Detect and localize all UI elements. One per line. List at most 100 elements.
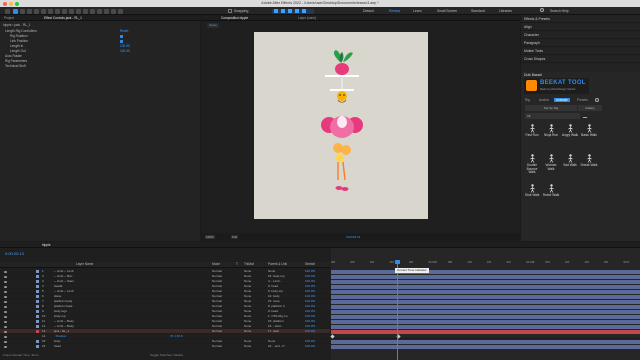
workspace-review[interactable]: Review xyxy=(388,9,401,14)
pose-item[interactable]: Woman Walk xyxy=(542,154,560,171)
layer-duration-bar[interactable] xyxy=(331,279,640,284)
layer-label-color[interactable] xyxy=(36,295,39,298)
workspace-small-screen[interactable]: Small Screen xyxy=(436,9,458,14)
type-tool-icon[interactable] xyxy=(83,8,88,14)
anchor-tool-icon[interactable] xyxy=(62,8,67,14)
col-layer-name[interactable]: Layer Name xyxy=(76,262,93,267)
layer-label-color[interactable] xyxy=(36,285,39,288)
duik-tab-presets[interactable]: Presets xyxy=(575,98,590,102)
composition-timecode[interactable]: 0:00:00:13 xyxy=(346,235,360,239)
layer-duration-bar[interactable] xyxy=(331,299,640,304)
search-help-input[interactable]: Search Help xyxy=(549,9,570,14)
visibility-eye-icon[interactable] xyxy=(4,345,7,348)
timeline-tab[interactable]: hippie xyxy=(40,243,53,247)
tab-effect-controls[interactable]: Effect Controls jack - RL_1 xyxy=(42,16,84,20)
col-trkmat[interactable]: TrkMat xyxy=(244,262,254,267)
panel-character[interactable]: Character xyxy=(521,31,640,39)
pose-item[interactable]: Angry Walk xyxy=(561,124,579,138)
col-parent[interactable]: Parent & Link xyxy=(268,262,287,267)
timeline-layer-row[interactable]: 16 head Normal None 24. - end - P 100.0% xyxy=(0,344,330,349)
set-up-rig-button[interactable]: Set Up Rig xyxy=(525,105,577,111)
layer-duration-bar[interactable] xyxy=(331,294,640,299)
eraser-tool-icon[interactable] xyxy=(104,8,109,14)
visibility-eye-icon[interactable] xyxy=(4,310,7,313)
tab-project[interactable]: Project xyxy=(2,16,16,20)
visibility-eye-icon[interactable] xyxy=(4,280,7,283)
pose-item[interactable]: Robot Walk xyxy=(542,184,560,198)
layer-label-color[interactable] xyxy=(36,315,39,318)
layer-label-color[interactable] xyxy=(36,305,39,308)
zoom-dropdown[interactable]: 100% xyxy=(205,235,215,239)
layer-duration-bar[interactable] xyxy=(331,274,640,279)
zoom-tool-icon[interactable] xyxy=(27,8,32,14)
panel-paragraph[interactable]: Paragraph xyxy=(521,39,640,47)
layer-label-color[interactable] xyxy=(36,340,39,343)
pose-item[interactable]: Strut Walk xyxy=(523,184,541,198)
col-t[interactable]: T xyxy=(236,262,238,267)
gallery-button[interactable]: Gallery xyxy=(578,105,602,111)
layer-duration-bar[interactable] xyxy=(331,284,640,289)
home-icon[interactable] xyxy=(5,8,10,14)
layer-label-color[interactable] xyxy=(36,330,39,333)
pose-item[interactable]: Sad Walk xyxy=(561,154,579,168)
visibility-eye-icon[interactable] xyxy=(4,315,7,318)
rotate-tool-icon[interactable] xyxy=(55,8,60,14)
mask-icon[interactable] xyxy=(295,9,299,13)
puppet-tool-icon[interactable] xyxy=(118,8,123,14)
layer-duration-bar[interactable] xyxy=(331,339,640,344)
dolly-tool-icon[interactable] xyxy=(48,8,53,14)
visibility-eye-icon[interactable] xyxy=(4,270,7,273)
keyframe[interactable] xyxy=(330,334,335,339)
effect-row-checkbox[interactable] xyxy=(120,35,123,38)
parent-icon[interactable] xyxy=(302,9,306,13)
pose-item[interactable]: Double Bounce Walk xyxy=(523,154,541,175)
layer-duration-bar[interactable] xyxy=(331,304,640,309)
search-icon[interactable] xyxy=(540,8,544,12)
visibility-eye-icon[interactable] xyxy=(4,320,7,323)
workspace-standard[interactable]: Standard xyxy=(470,9,486,14)
visibility-eye-icon[interactable] xyxy=(4,305,7,308)
layer-duration-bar[interactable] xyxy=(331,344,640,349)
layer-duration-bar[interactable] xyxy=(331,269,640,274)
visibility-eye-icon[interactable] xyxy=(4,275,7,278)
visibility-eye-icon[interactable] xyxy=(4,325,7,328)
col-stretch[interactable]: Stretch xyxy=(305,262,315,267)
pan-tool-icon[interactable] xyxy=(41,8,46,14)
hand-tool-icon[interactable] xyxy=(20,8,25,14)
align-icon[interactable] xyxy=(274,9,278,13)
settings-gear-icon[interactable] xyxy=(595,98,599,102)
pose-item[interactable]: Fast Run xyxy=(523,124,541,138)
duik-tab-animate[interactable]: Animate xyxy=(554,98,570,102)
rectangle-tool-icon[interactable] xyxy=(69,8,74,14)
effect-row-checkbox[interactable] xyxy=(120,40,123,43)
download-icon[interactable] xyxy=(583,114,587,118)
roto-tool-icon[interactable] xyxy=(111,8,116,14)
resolution-dropdown[interactable]: Full xyxy=(231,235,238,239)
visibility-eye-icon[interactable] xyxy=(4,295,7,298)
duik-tab-rig[interactable]: Rig xyxy=(523,98,532,102)
panel-cross-shapes[interactable]: Cross Shapes xyxy=(521,55,640,63)
tab-composition[interactable]: Composition hippie xyxy=(219,16,250,20)
shape-icon[interactable] xyxy=(288,9,292,13)
visibility-eye-icon[interactable] xyxy=(4,285,7,288)
orbit-tool-icon[interactable] xyxy=(34,8,39,14)
timeline-timecode[interactable]: 0:00:00:13 xyxy=(5,251,24,256)
layer-label-color[interactable] xyxy=(36,270,39,273)
panel-effects-presets[interactable]: Effects & Presets xyxy=(521,15,640,23)
layer-label-color[interactable] xyxy=(36,275,39,278)
layer-label-color[interactable] xyxy=(36,345,39,348)
layer-duration-bar[interactable] xyxy=(331,289,640,294)
layer-label-color[interactable] xyxy=(36,300,39,303)
layer-label-color[interactable] xyxy=(36,290,39,293)
composition-subtab[interactable]: hippie xyxy=(207,23,220,28)
brush-tool-icon[interactable] xyxy=(90,8,95,14)
workspace-libraries[interactable]: Libraries xyxy=(498,9,513,14)
layer-label-color[interactable] xyxy=(36,310,39,313)
snapping-checkbox[interactable] xyxy=(228,8,232,13)
distribute-icon[interactable] xyxy=(281,9,285,13)
pose-item[interactable]: Sneak Walk xyxy=(580,154,598,168)
col-mode[interactable]: Mode xyxy=(212,262,220,267)
current-time-indicator[interactable] xyxy=(397,260,398,360)
layer-duration-bar[interactable] xyxy=(331,324,640,329)
layer-duration-bar[interactable] xyxy=(331,319,640,324)
